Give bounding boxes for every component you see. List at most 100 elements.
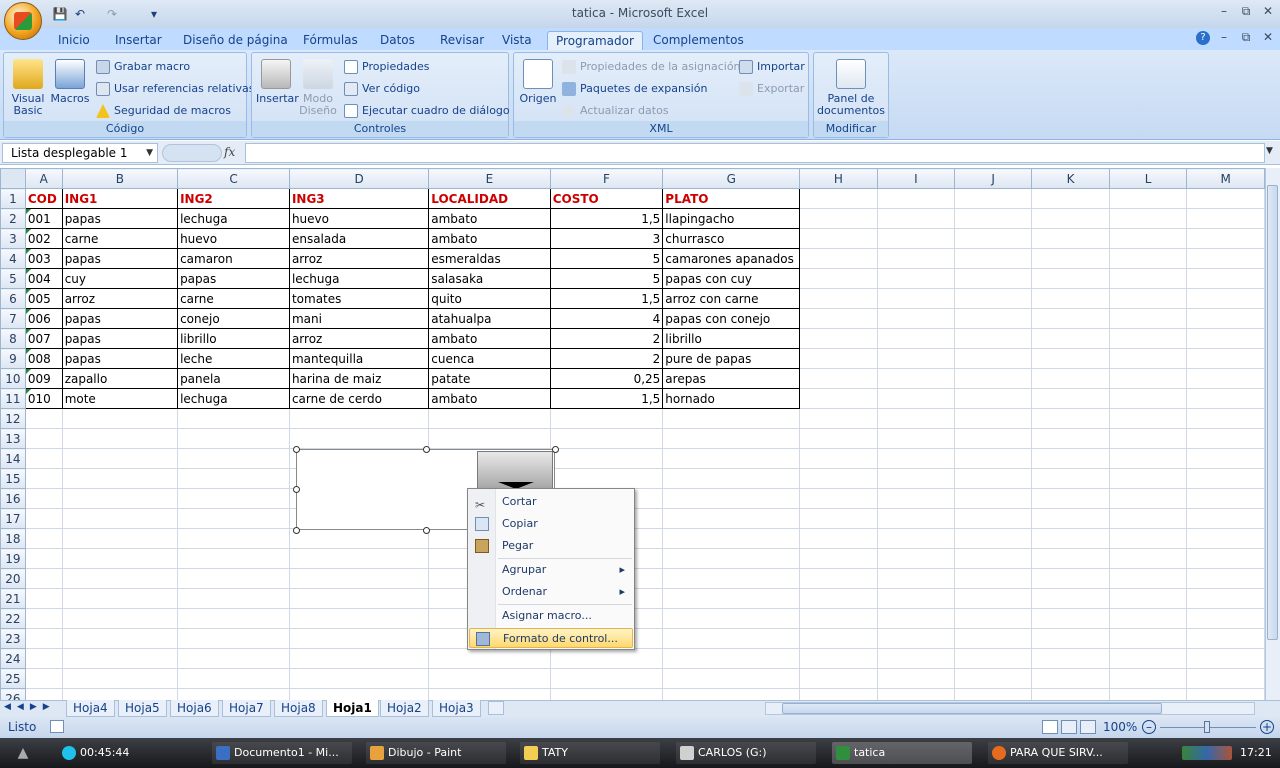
row-header[interactable]: 12 (0, 408, 26, 429)
cell[interactable] (954, 408, 1033, 429)
cell[interactable]: papas (61, 328, 179, 349)
cell[interactable] (1186, 568, 1265, 589)
cell[interactable] (876, 228, 956, 249)
row-header[interactable]: 6 (0, 288, 26, 309)
cell[interactable]: ambato (428, 388, 551, 409)
cell[interactable] (177, 508, 290, 529)
cell[interactable] (1108, 288, 1188, 309)
menu-item-formato-control[interactable]: Formato de control... (469, 628, 633, 648)
cell[interactable] (288, 548, 430, 569)
cell[interactable]: ambato (428, 208, 551, 229)
cell[interactable] (662, 568, 801, 589)
cell[interactable] (799, 688, 878, 700)
cell[interactable] (1186, 648, 1265, 669)
column-header[interactable]: I (876, 168, 956, 189)
cell[interactable] (662, 428, 801, 449)
cell[interactable] (1186, 388, 1265, 409)
cell[interactable] (1108, 368, 1188, 389)
column-header[interactable]: K (1031, 168, 1110, 189)
cell[interactable] (799, 268, 878, 289)
cell[interactable] (24, 448, 63, 469)
seguridad-macros-button[interactable]: Seguridad de macros (96, 103, 231, 119)
cell[interactable]: salasaka (428, 268, 551, 289)
column-header[interactable]: J (954, 168, 1033, 189)
sheet-tab[interactable]: Hoja5 (118, 700, 167, 717)
cell[interactable]: llapingacho (662, 208, 801, 229)
cell[interactable] (24, 588, 63, 609)
cell[interactable] (1186, 288, 1265, 309)
cell[interactable] (61, 468, 179, 489)
cell[interactable] (799, 208, 878, 229)
cell[interactable]: 009 (24, 368, 63, 389)
cell[interactable] (1031, 328, 1110, 349)
cell[interactable] (954, 288, 1033, 309)
name-box[interactable]: Lista desplegable 1 ▼ (2, 143, 158, 163)
tab-inicio[interactable]: Inicio (50, 31, 98, 51)
selection-handle[interactable] (293, 486, 300, 493)
cell[interactable] (954, 388, 1033, 409)
cell[interactable] (1186, 528, 1265, 549)
cell[interactable] (61, 608, 179, 629)
vertical-scroll-thumb[interactable] (1267, 185, 1278, 640)
row-header[interactable]: 26 (0, 688, 26, 700)
cell[interactable] (799, 228, 878, 249)
column-header[interactable]: M (1186, 168, 1265, 189)
cell[interactable] (549, 448, 664, 469)
cell[interactable]: mani (288, 308, 430, 329)
cell[interactable] (662, 508, 801, 529)
cell[interactable] (876, 528, 956, 549)
cell[interactable] (1031, 408, 1110, 429)
close-icon[interactable]: ✕ (1258, 4, 1278, 22)
taskbar-item-carlos[interactable]: CARLOS (G:) (676, 742, 816, 764)
cell[interactable] (1186, 208, 1265, 229)
cell[interactable] (61, 688, 179, 700)
cell[interactable] (1108, 248, 1188, 269)
row-header[interactable]: 4 (0, 248, 26, 269)
cell[interactable] (288, 688, 430, 700)
cell[interactable] (1186, 188, 1265, 209)
cell[interactable] (177, 568, 290, 589)
cell[interactable] (876, 448, 956, 469)
cell[interactable] (428, 688, 551, 700)
cell[interactable] (876, 428, 956, 449)
cell[interactable] (1031, 228, 1110, 249)
cell[interactable]: camaron (177, 248, 290, 269)
sheet-tab[interactable]: Hoja6 (170, 700, 219, 717)
row-header[interactable]: 8 (0, 328, 26, 349)
cell[interactable] (954, 208, 1033, 229)
cell[interactable] (61, 588, 179, 609)
cell[interactable] (876, 388, 956, 409)
sheet-tab[interactable]: Hoja2 (380, 700, 429, 717)
page-break-view-icon[interactable] (1080, 720, 1096, 734)
cell[interactable] (799, 548, 878, 569)
cell[interactable] (662, 688, 801, 700)
row-header[interactable]: 3 (0, 228, 26, 249)
cell[interactable] (799, 408, 878, 429)
modo-diseno-button[interactable]: Modo Diseño (298, 59, 338, 117)
cell[interactable] (61, 448, 179, 469)
cell[interactable] (428, 668, 551, 689)
name-box-dropdown-icon[interactable]: ▼ (146, 144, 153, 162)
cell[interactable] (799, 468, 878, 489)
cell[interactable] (1186, 548, 1265, 569)
cell[interactable] (876, 348, 956, 369)
cell[interactable] (954, 248, 1033, 269)
cell[interactable] (549, 668, 664, 689)
row-header[interactable]: 21 (0, 588, 26, 609)
cell[interactable]: camarones apanados (662, 248, 801, 269)
row-header[interactable]: 24 (0, 648, 26, 669)
cell[interactable] (1108, 528, 1188, 549)
cell[interactable] (954, 608, 1033, 629)
cell[interactable] (1186, 608, 1265, 629)
cell[interactable]: conejo (177, 308, 290, 329)
cell[interactable]: 0,25 (549, 368, 664, 389)
row-header[interactable]: 18 (0, 528, 26, 549)
column-header[interactable]: D (288, 168, 430, 189)
cell[interactable] (799, 248, 878, 269)
cell[interactable] (662, 608, 801, 629)
cell[interactable]: PLATO (662, 188, 801, 209)
cell[interactable]: arroz (288, 328, 430, 349)
cell[interactable] (954, 648, 1033, 669)
row-header[interactable]: 23 (0, 628, 26, 649)
cell[interactable]: mote (61, 388, 179, 409)
